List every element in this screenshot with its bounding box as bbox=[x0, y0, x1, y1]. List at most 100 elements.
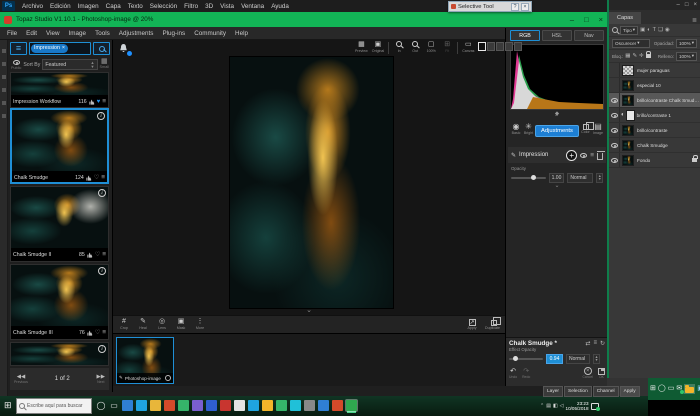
layer-thumbnail[interactable] bbox=[622, 140, 634, 151]
action-center-icon[interactable] bbox=[591, 403, 599, 410]
ps-menu-ventana[interactable]: Ventana bbox=[241, 3, 264, 10]
mail-app-icon[interactable]: ✉ bbox=[676, 385, 682, 393]
favorite-icon[interactable]: ♡ bbox=[94, 174, 99, 181]
info-icon[interactable]: i bbox=[97, 112, 105, 120]
opacity-slider[interactable] bbox=[511, 177, 546, 179]
preset-card-selected[interactable]: i Chalk Smudge 124 ♡ ≡ bbox=[10, 108, 109, 184]
ps-menu-ayuda[interactable]: Ayuda bbox=[271, 3, 289, 10]
layer-thumbnail[interactable] bbox=[622, 125, 634, 136]
next-page-button[interactable]: ▶▶ Next bbox=[97, 375, 105, 384]
image-canvas[interactable]: ⌄ bbox=[113, 40, 505, 315]
selective-tool-close-button[interactable]: × bbox=[521, 3, 529, 11]
layer-visibility-toggle[interactable] bbox=[609, 153, 620, 167]
layer-visibility-toggle[interactable] bbox=[609, 93, 620, 107]
output-tab-channel[interactable]: Channel bbox=[593, 386, 619, 397]
tray-chevron-icon[interactable]: ⌃ bbox=[540, 403, 544, 409]
taskbar-app-icon[interactable] bbox=[178, 400, 189, 411]
previous-page-button[interactable]: ◀◀ Previous bbox=[14, 375, 28, 384]
thumbs-up-icon[interactable] bbox=[89, 99, 95, 105]
task-view-icon[interactable]: ▭ bbox=[109, 400, 119, 411]
ps-menu-edicion[interactable]: Edición bbox=[50, 3, 71, 10]
card-menu-icon[interactable]: ≡ bbox=[102, 329, 106, 336]
ps-menu-archivo[interactable]: Archivo bbox=[22, 3, 43, 10]
thumbs-up-icon[interactable] bbox=[86, 175, 92, 181]
color-nav-button[interactable]: Color bbox=[579, 123, 591, 135]
tray-volume-icon[interactable]: ◁ bbox=[560, 403, 564, 409]
ps-menu-seleccion[interactable]: Selección bbox=[150, 3, 177, 10]
delete-adjustment-icon[interactable] bbox=[597, 153, 603, 160]
taskbar-app-icon[interactable] bbox=[122, 400, 133, 411]
original-button[interactable]: ▣Original bbox=[372, 41, 384, 54]
topaz-maximize-button[interactable]: □ bbox=[584, 15, 589, 24]
add-adjustment-button[interactable]: + bbox=[566, 150, 577, 161]
taskbar-app-icon[interactable] bbox=[206, 400, 217, 411]
taskbar-app-icon[interactable] bbox=[164, 400, 175, 411]
duplicate-button[interactable]: Duplicate bbox=[485, 319, 500, 331]
apply-button[interactable]: ↗Apply bbox=[466, 319, 478, 331]
basic-nav-button[interactable]: ◉Basic bbox=[510, 123, 522, 136]
tz-menu-image[interactable]: Image bbox=[69, 30, 87, 37]
tab-rgb[interactable]: RGB bbox=[510, 30, 540, 41]
crop-tool-button[interactable]: #Crop bbox=[118, 318, 130, 331]
ps-menu-vista[interactable]: Vista bbox=[220, 3, 234, 10]
preset-card[interactable]: Impression Workflow 116 ♥ ≡ bbox=[10, 72, 109, 108]
single-view-button[interactable] bbox=[478, 42, 486, 51]
zoom-100-button[interactable]: ▢100% bbox=[425, 41, 437, 54]
tab-capas[interactable]: Capas bbox=[609, 12, 641, 24]
layer-row[interactable]: especial 10 bbox=[609, 78, 700, 93]
panel-close-icon[interactable]: × bbox=[693, 2, 697, 8]
tz-menu-help[interactable]: Help bbox=[235, 30, 248, 37]
taskbar-app-icon[interactable] bbox=[248, 400, 259, 411]
layer-visibility-toggle[interactable] bbox=[609, 108, 620, 122]
layer-row[interactable]: Chalk Smudge bbox=[609, 138, 700, 153]
taskbar-app-icon[interactable] bbox=[192, 400, 203, 411]
start-button[interactable]: ⊞ bbox=[650, 385, 656, 393]
chevron-down-icon[interactable]: ⌄ bbox=[306, 308, 312, 313]
fit-button[interactable]: ⊞Fit bbox=[441, 41, 453, 54]
tray-icon[interactable]: ▤ bbox=[546, 403, 551, 409]
lock-transparent-icon[interactable]: ▦ bbox=[625, 53, 630, 59]
preview-image[interactable] bbox=[230, 57, 393, 308]
tab-nav[interactable]: Nav bbox=[574, 30, 604, 41]
search-button[interactable] bbox=[93, 42, 110, 55]
dual-view-button[interactable] bbox=[514, 42, 522, 51]
layer-visibility-toggle[interactable] bbox=[609, 138, 620, 152]
layer-thumbnail[interactable] bbox=[622, 65, 634, 76]
selective-tool-window[interactable]: Selective Tool ? × bbox=[448, 1, 532, 12]
lens-tool-button[interactable]: ◎Lens bbox=[156, 318, 168, 331]
task-view-icon[interactable]: ▭ bbox=[668, 385, 675, 393]
opacity-dropdown[interactable]: 100%▾ bbox=[676, 39, 697, 48]
opacity-slider-knob[interactable] bbox=[531, 175, 536, 180]
taskbar-app-icon-active[interactable] bbox=[346, 400, 357, 411]
cancel-button[interactable]: ×Cancel bbox=[582, 367, 593, 379]
taskbar-search-box[interactable]: Escribe aquí para buscar bbox=[16, 398, 92, 414]
output-tab-selection[interactable]: Selection bbox=[564, 386, 592, 397]
top-bottom-view-button[interactable] bbox=[505, 42, 513, 51]
filter-type-icon[interactable]: T bbox=[653, 27, 656, 33]
adjustment-visibility-icon[interactable] bbox=[580, 153, 587, 158]
search-input[interactable]: Impression × bbox=[29, 42, 91, 55]
tz-menu-view[interactable]: View bbox=[46, 30, 60, 37]
adjustment-header[interactable]: ✎ Impression + ≡ bbox=[508, 147, 606, 163]
tz-menu-tools[interactable]: Tools bbox=[95, 30, 110, 37]
ps-menu-imagen[interactable]: Imagen bbox=[78, 3, 99, 10]
redo-button[interactable]: ↷Redo bbox=[522, 369, 530, 379]
lock-position-icon[interactable]: ✛ bbox=[639, 53, 644, 59]
blend-mode-dropdown[interactable]: Oscurecer▾ bbox=[612, 39, 650, 48]
favorite-icon[interactable]: ♡ bbox=[95, 251, 100, 258]
side-by-side-view-button[interactable] bbox=[496, 42, 504, 51]
filmstrip-thumbnail[interactable]: ✎ Photoshop-image bbox=[116, 337, 174, 384]
layer-thumbnail[interactable] bbox=[622, 95, 634, 106]
lock-pixels-icon[interactable]: ✎ bbox=[632, 53, 637, 59]
preset-card[interactable]: i bbox=[10, 342, 109, 366]
taskbar-app-icon[interactable] bbox=[304, 400, 315, 411]
topaz-close-button[interactable]: × bbox=[599, 15, 603, 24]
layer-thumbnail[interactable] bbox=[622, 80, 634, 91]
fill-dropdown[interactable]: 100%▾ bbox=[676, 52, 697, 61]
info-icon[interactable]: i bbox=[98, 345, 106, 353]
file-explorer-icon[interactable] bbox=[684, 384, 695, 394]
thumbs-up-icon[interactable] bbox=[87, 252, 93, 258]
tz-menu-edit[interactable]: Edit bbox=[26, 30, 37, 37]
tz-menu-file[interactable]: File bbox=[7, 30, 17, 37]
panel-menu-icon[interactable]: ≣ bbox=[692, 17, 697, 24]
